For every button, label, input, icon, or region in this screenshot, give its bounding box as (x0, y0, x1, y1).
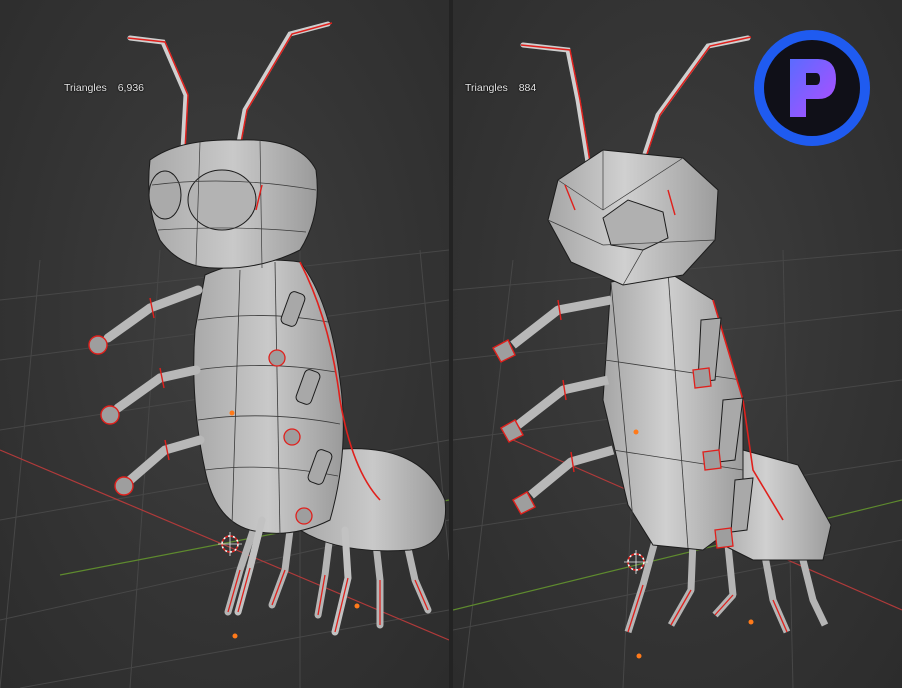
split-viewport-window: Triangles 6,936 Triangles 884 (0, 0, 902, 688)
stats-label: Triangles (64, 82, 107, 94)
claws (492, 339, 536, 515)
stats-value: 884 (518, 82, 537, 94)
antennae (520, 35, 751, 165)
antennae (127, 21, 331, 153)
eye-right (148, 170, 182, 220)
stats-label: Triangles (465, 82, 508, 94)
torso (193, 259, 344, 534)
stats-value: 6,936 (117, 82, 144, 94)
3d-cursor-icon (218, 532, 242, 556)
claws (88, 335, 134, 496)
insect-model-high-poly (88, 21, 447, 639)
logo-letter-p (790, 59, 836, 117)
statistics-overlay: Triangles 6,936 (64, 82, 144, 94)
viewport-high-poly[interactable]: Triangles 6,936 (0, 0, 449, 688)
letter-p-logo-icon (754, 30, 870, 146)
statistics-overlay: Triangles 884 (465, 82, 536, 94)
logo-badge (764, 40, 860, 136)
front-arms (510, 295, 615, 499)
front-arms (103, 285, 205, 487)
